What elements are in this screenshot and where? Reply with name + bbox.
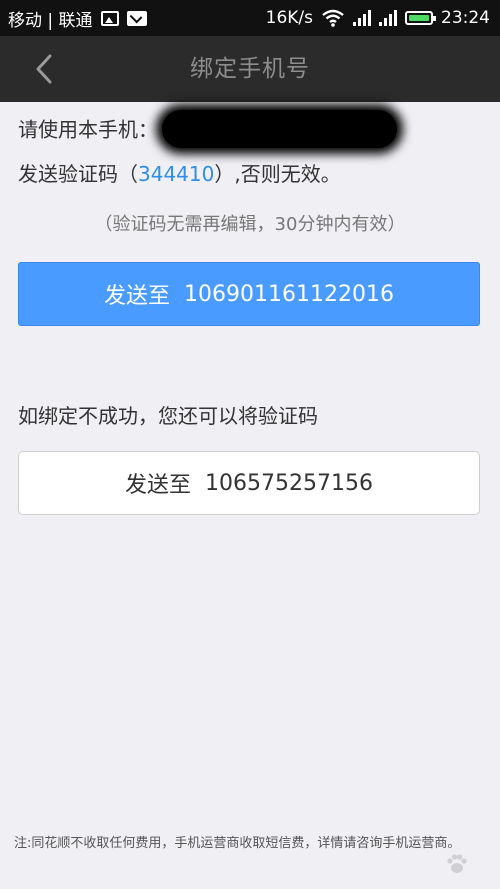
redacted-phone-number [162, 110, 397, 148]
nav-header: 绑定手机号 [0, 36, 500, 102]
send-to-label: 发送至 [104, 284, 171, 309]
verification-code: 344410 [138, 162, 215, 186]
status-right: 16K/s 23:24 [266, 8, 490, 28]
battery-icon [405, 11, 436, 25]
send-to-primary-button[interactable]: 发送至 106901161122016 [18, 262, 480, 326]
page-title: 绑定手机号 [190, 56, 310, 82]
signal-icon [353, 10, 371, 26]
send-to-label: 发送至 [125, 473, 192, 498]
secondary-number: 106575257156 [205, 470, 373, 496]
send-code-prefix: 发送验证码（ [18, 162, 138, 186]
watermark [444, 851, 470, 877]
validity-hint: （验证码无需再编辑，30分钟内有效） [94, 214, 406, 235]
mail-icon [126, 10, 147, 26]
primary-number: 106901161122016 [184, 281, 394, 307]
wifi-icon [322, 9, 344, 27]
send-code-line: 发送验证码（344410）,否则无效。 [18, 158, 341, 187]
chevron-left-icon [36, 54, 52, 84]
status-time: 23:24 [441, 8, 490, 28]
send-code-suffix: ）,否则无效。 [214, 162, 341, 186]
send-from-line: 请使用本手机： [18, 110, 397, 150]
signal-icon [379, 10, 397, 26]
status-left: 移动 | 联通 [8, 6, 147, 31]
send-to-secondary-button[interactable]: 发送至 106575257156 [18, 451, 480, 515]
back-button[interactable] [28, 51, 64, 87]
status-bar: 移动 | 联通 16K/s 23:24 [0, 0, 500, 36]
network-speed: 16K/s [265, 8, 313, 28]
image-icon [100, 10, 119, 26]
fallback-text: 如绑定不成功，您还可以将验证码 [18, 404, 318, 428]
footer-note: 注:同花顺不收取任何费用，手机运营商收取短信费，详情请咨询手机运营商。 [14, 836, 461, 851]
carrier-label: 移动 | 联通 [8, 10, 93, 31]
send-from-label: 请使用本手机： [18, 117, 158, 142]
paw-icon [447, 854, 467, 873]
